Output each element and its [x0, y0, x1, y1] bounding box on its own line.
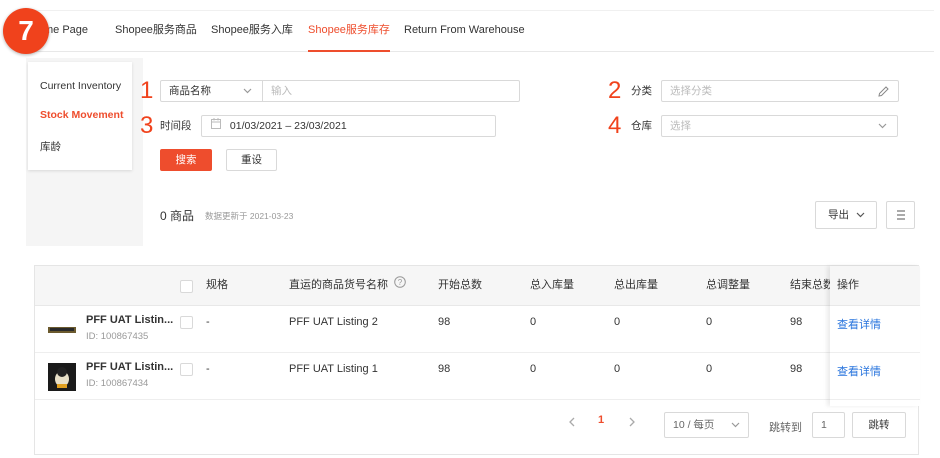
table-row: PFF UAT Listin... ID: 100867435 - PFF UA… [35, 306, 918, 353]
total-out-value: 0 [614, 316, 621, 328]
total-in-value: 0 [530, 363, 537, 375]
prev-page-button[interactable] [567, 412, 581, 434]
tab-shopee-inventory[interactable]: Shopee服务库存 [308, 11, 390, 52]
sidebar-item-current-inventory[interactable]: Current Inventory [40, 80, 121, 92]
column-settings-button[interactable] [886, 201, 915, 229]
export-button[interactable]: 导出 [815, 201, 877, 229]
warehouse-label: 仓库 [631, 120, 652, 132]
spec-value: - [206, 363, 210, 375]
date-range-value: 01/03/2021 – 23/03/2021 [229, 120, 347, 132]
stock-movement-table: 规格 直运的商品货号名称 ? 开始总数 总入库量 总出库量 总调整量 结束总数 … [34, 265, 920, 455]
help-icon: ? [394, 266, 406, 304]
row-checkbox[interactable] [180, 316, 193, 329]
select-all-checkbox[interactable] [180, 280, 193, 293]
product-id: ID: 100867435 [86, 331, 149, 342]
total-in-value: 0 [530, 316, 537, 328]
reset-button[interactable]: 重设 [226, 149, 277, 171]
top-tabs: me Page Shopee服务商品 Shopee服务入库 Shopee服务库存… [26, 10, 934, 52]
warehouse-select[interactable]: 选择 [661, 115, 898, 137]
row-checkbox[interactable] [180, 363, 193, 376]
product-field-select[interactable]: 商品名称 [160, 80, 263, 102]
view-details-link[interactable]: 查看详情 [837, 363, 881, 379]
header-spec: 规格 [206, 279, 228, 291]
view-details-link[interactable]: 查看详情 [837, 316, 881, 332]
jump-page-value: 1 [821, 419, 827, 431]
header-sku-name-label: 直运的商品货号名称 [289, 279, 388, 291]
total-out-value: 0 [614, 363, 621, 375]
step-number-2: 2 [608, 77, 622, 104]
header-total-out: 总出库量 [614, 279, 658, 291]
header-total-adjust: 总调整量 [706, 279, 750, 291]
product-thumbnail [48, 316, 76, 344]
calendar-icon [211, 116, 221, 136]
header-end-total: 结束总数 [790, 279, 830, 291]
header-sku-name: 直运的商品货号名称 ? [289, 266, 406, 304]
table-header: 规格 直运的商品货号名称 ? 开始总数 总入库量 总出库量 总调整量 结束总数 [35, 266, 918, 306]
category-label: 分类 [631, 85, 652, 97]
category-placeholder: 选择分类 [670, 85, 712, 97]
end-total-value: 98 [790, 316, 803, 328]
category-select[interactable]: 选择分类 [661, 80, 899, 102]
chevron-down-icon [243, 81, 252, 108]
tab-shopee-inbound[interactable]: Shopee服务入库 [211, 11, 293, 52]
next-page-button[interactable] [627, 412, 641, 434]
search-button[interactable]: 搜索 [160, 149, 212, 171]
period-label: 时间段 [160, 120, 192, 132]
jump-to-label: 跳转到 [769, 422, 802, 434]
data-updated-text: 数据更新于 2021-03-23 [205, 211, 294, 221]
sidebar-item-stock-age[interactable]: 库龄 [40, 139, 61, 154]
jump-page-input[interactable]: 1 [812, 412, 845, 438]
product-search-placeholder: 输入 [271, 85, 292, 97]
jump-button[interactable]: 跳转 [852, 412, 906, 438]
start-total-value: 98 [438, 316, 451, 328]
chevron-down-icon [878, 116, 887, 143]
product-name[interactable]: PFF UAT Listin... [86, 361, 173, 373]
product-id: ID: 100867434 [86, 378, 149, 389]
tab-home-page[interactable]: me Page [44, 11, 88, 52]
end-total-value: 98 [790, 363, 803, 375]
actions-cell: 查看详情 [830, 306, 920, 353]
step-badge: 7 [3, 8, 49, 54]
product-thumbnail [48, 363, 76, 391]
table-row: PFF UAT Listin... ID: 100867434 - PFF UA… [35, 353, 918, 400]
step-number-4: 4 [608, 112, 622, 139]
actions-header-cell: 操作 [830, 266, 920, 306]
page-number-current[interactable]: 1 [598, 414, 604, 426]
side-menu: Current Inventory Stock Movement 库龄 [28, 62, 132, 170]
product-count: 0 商品 [160, 209, 195, 223]
product-search-input[interactable]: 输入 [262, 80, 520, 102]
step-number-3: 3 [140, 112, 154, 139]
product-name[interactable]: PFF UAT Listin... [86, 314, 173, 326]
pencil-icon [877, 81, 889, 108]
chevron-down-icon [731, 413, 740, 446]
page-size-value: 10 / 每页 [673, 419, 715, 431]
page-size-select[interactable]: 10 / 每页 [664, 412, 749, 438]
export-button-label: 导出 [828, 209, 849, 221]
total-adjust-value: 0 [706, 363, 713, 375]
svg-text:?: ? [398, 278, 403, 287]
header-start-total: 开始总数 [438, 279, 482, 291]
sidebar-item-stock-movement[interactable]: Stock Movement [40, 109, 123, 121]
product-field-select-value: 商品名称 [169, 85, 211, 97]
start-total-value: 98 [438, 363, 451, 375]
warehouse-placeholder: 选择 [670, 120, 691, 132]
chevron-down-icon [856, 202, 865, 238]
header-total-in: 总入库量 [530, 279, 574, 291]
total-adjust-value: 0 [706, 316, 713, 328]
tab-return-from-warehouse[interactable]: Return From Warehouse [404, 11, 525, 52]
actions-cell: 查看详情 [830, 353, 920, 400]
step-number-1: 1 [140, 77, 154, 104]
menu-icon [895, 210, 907, 231]
header-actions: 操作 [837, 279, 859, 291]
actions-column: 操作 查看详情 查看详情 [830, 266, 920, 406]
date-range-picker[interactable]: 01/03/2021 – 23/03/2021 [201, 115, 496, 137]
spec-value: - [206, 316, 210, 328]
page: me Page Shopee服务商品 Shopee服务入库 Shopee服务库存… [0, 0, 940, 458]
sku-name-value: PFF UAT Listing 2 [289, 316, 378, 328]
tab-shopee-products[interactable]: Shopee服务商品 [115, 11, 197, 52]
sku-name-value: PFF UAT Listing 1 [289, 363, 378, 375]
